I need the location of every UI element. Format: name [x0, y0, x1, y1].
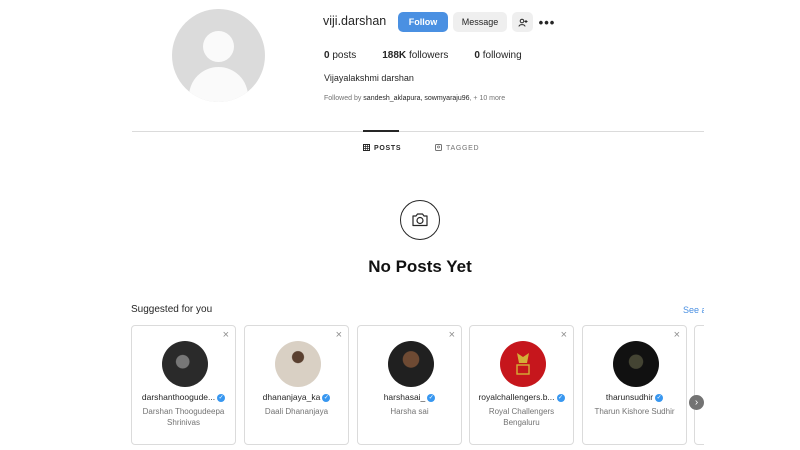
tab-posts[interactable]: POSTS: [363, 144, 401, 153]
close-icon[interactable]: ×: [223, 329, 229, 341]
more-options-button[interactable]: •••: [538, 12, 556, 32]
followers-count: 188K: [382, 50, 407, 61]
handle-text: royalchallengers.b...: [478, 392, 555, 402]
profile-username: viji.darshan: [323, 14, 387, 28]
handle-text: dhananjaya_ka: [262, 392, 321, 402]
profile-full-name: Vijayalakshmi darshan: [324, 73, 414, 83]
suggestion-handle[interactable]: dhananjaya_ka ✓: [247, 392, 346, 402]
suggestion-name: Daali Dhananjaya: [264, 407, 329, 416]
close-icon[interactable]: ×: [449, 329, 455, 341]
no-posts-title: No Posts Yet: [368, 257, 472, 276]
handle-text: tharunsudhir: [605, 392, 654, 402]
suggestion-card[interactable]: × tharunsudhir ✓ Tharun Kishore Sudhir: [582, 325, 687, 445]
avatar-placeholder-head: [203, 31, 234, 62]
handle-text: harshasai_: [383, 392, 426, 402]
close-icon[interactable]: ×: [561, 329, 567, 341]
followers-stat[interactable]: 188K followers: [382, 50, 448, 61]
suggestion-name: Royal Challengers Bengaluru: [488, 407, 555, 427]
avatar[interactable]: [388, 341, 434, 387]
suggestion-handle[interactable]: darshanthoogude... ✓: [134, 392, 233, 402]
suggestion-handle[interactable]: harshasai_ ✓: [360, 392, 459, 402]
followed-by-suffix: , + 10 more: [469, 95, 506, 102]
avatar[interactable]: [613, 341, 659, 387]
tab-tagged[interactable]: TAGGED: [435, 144, 479, 153]
tab-posts-label: POSTS: [374, 145, 402, 152]
verified-icon: ✓: [556, 393, 565, 402]
suggestion-name: Tharun Kishore Sudhir: [594, 407, 675, 416]
verified-icon: ✓: [322, 393, 331, 402]
suggestion-card[interactable]: × darshanthoogude... ✓ Darshan Thoogudeep…: [131, 325, 236, 445]
followers-label: followers: [408, 50, 449, 61]
message-button[interactable]: Message: [453, 12, 507, 32]
posts-count: 0: [324, 50, 330, 61]
grid-icon: [363, 144, 370, 153]
suggestion-card[interactable]: × dhananjaya_ka ✓ Daali Dhananjaya: [244, 325, 349, 445]
chevron-right-icon: ›: [694, 397, 699, 408]
suggestion-card-partial[interactable]: [694, 325, 704, 445]
camera-icon-circle: [400, 200, 440, 240]
tab-tagged-label: TAGGED: [446, 145, 480, 152]
following-stat[interactable]: 0 following: [474, 50, 521, 61]
more-options-icon: •••: [538, 14, 556, 30]
close-icon[interactable]: ×: [674, 329, 680, 341]
suggested-cards: × darshanthoogude... ✓ Darshan Thoogudeep…: [131, 325, 704, 450]
profile-avatar[interactable]: [172, 9, 265, 102]
following-label: following: [482, 50, 522, 61]
suggested-title: Suggested for you: [131, 304, 213, 315]
verified-icon: ✓: [427, 393, 436, 402]
posts-stat: 0 posts: [324, 50, 356, 61]
avatar[interactable]: [162, 341, 208, 387]
avatar-placeholder-body: [189, 67, 248, 102]
suggestion-handle[interactable]: royalchallengers.b... ✓: [472, 392, 571, 402]
next-arrow-button[interactable]: ›: [689, 395, 704, 410]
follow-button[interactable]: Follow: [398, 12, 448, 32]
avatar[interactable]: [500, 341, 546, 387]
following-count: 0: [474, 50, 480, 61]
see-all-link[interactable]: See all: [683, 305, 704, 315]
suggestion-handle[interactable]: tharunsudhir ✓: [585, 392, 684, 402]
followed-by-text[interactable]: Followed by sandesh_aklapura, sowmyaraju…: [324, 95, 505, 102]
suggestion-card[interactable]: × royalchallengers.b... ✓ Royal Challenge…: [469, 325, 574, 445]
close-icon[interactable]: ×: [336, 329, 342, 341]
handle-text: darshanthoogude...: [141, 392, 216, 402]
tabs-divider: [132, 131, 704, 132]
suggestion-card[interactable]: × harshasai_ ✓ Harsha sai: [357, 325, 462, 445]
posts-label: posts: [332, 50, 357, 61]
avatar[interactable]: [275, 341, 321, 387]
suggestion-name: Harsha sai: [390, 407, 429, 416]
followed-by-prefix: Followed by: [324, 95, 364, 102]
active-tab-indicator: [363, 130, 399, 132]
verified-icon: ✓: [217, 393, 226, 402]
tagged-icon: [435, 144, 442, 153]
add-user-button[interactable]: [512, 12, 533, 32]
verified-icon: ✓: [655, 393, 664, 402]
add-user-icon: [518, 18, 527, 27]
profile-stats: 0 posts 188K followers 0 following: [324, 50, 548, 61]
followed-by-users: sandesh_aklapura, sowmyaraju96: [363, 95, 470, 102]
suggestion-name: Darshan Thoogudeepa Shrinivas: [142, 407, 225, 427]
camera-icon: [412, 213, 428, 227]
rcb-logo-icon: [516, 353, 530, 375]
